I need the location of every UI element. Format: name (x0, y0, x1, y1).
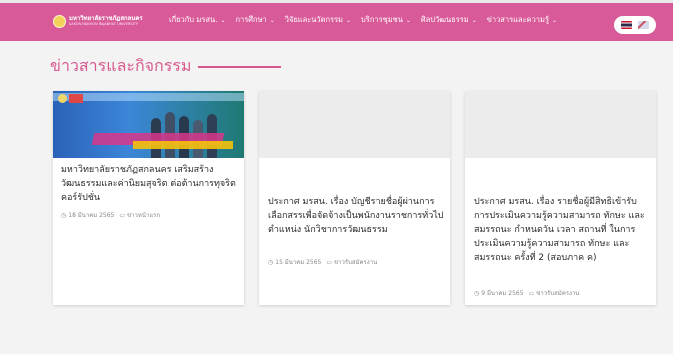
language-toggle[interactable] (614, 16, 656, 34)
chevron-down-icon: ⌄ (551, 16, 558, 24)
menu-item-news[interactable]: ข่าวสารและความรู้ ⌄ (487, 14, 557, 26)
university-logo[interactable]: มหาวิทยาลัยราชภัฏสกลนคร SAKON NAKHON RAJ… (53, 15, 143, 28)
chevron-down-icon: ⌄ (220, 16, 226, 24)
section-heading: ข่าวสารและกิจกรรม (50, 54, 282, 79)
chevron-down-icon: ⌄ (471, 16, 477, 24)
menu-item-culture[interactable]: ศิลปวัฒนธรรม ⌄ (421, 14, 477, 26)
news-meta: ◷ 15 มีนาคม 2565 ▭ ข่าวรับสมัครงาน (268, 257, 377, 267)
section-title: ข่าวสารและกิจกรรม (50, 56, 192, 75)
english-flag-icon[interactable] (638, 21, 649, 29)
news-category[interactable]: ข่าวรับสมัครงาน (536, 288, 579, 298)
folder-icon: ▭ (528, 289, 535, 297)
news-meta: ◷ 18 มีนาคม 2565 ▭ ข่าวหน้าแรก (61, 210, 160, 220)
emblem-icon (69, 94, 83, 103)
menu-item-education[interactable]: การศึกษา ⌄ (236, 14, 275, 26)
chevron-down-icon: ⌄ (269, 16, 275, 24)
news-title[interactable]: ประกาศ มรสน. เรื่อง บัญชีรายชื่อผู้ผ่านก… (268, 195, 446, 237)
thai-flag-icon[interactable] (621, 21, 632, 29)
menu-item-about[interactable]: เกี่ยวกับ มรสน. ⌄ (169, 14, 226, 26)
news-meta: ◷ 9 มีนาคม 2565 ▭ ข่าวรับสมัครงาน (474, 288, 579, 298)
menu-item-community-service[interactable]: บริการชุมชน ⌄ (361, 14, 411, 26)
main-navbar: มหาวิทยาลัยราชภัฏสกลนคร SAKON NAKHON RAJ… (0, 3, 673, 41)
folder-icon: ▭ (326, 258, 333, 266)
clock-icon: ◷ (268, 258, 274, 266)
news-thumbnail[interactable] (53, 91, 244, 158)
university-seal-icon (58, 94, 67, 103)
clock-icon: ◷ (61, 211, 67, 219)
main-menu: เกี่ยวกับ มรสน. ⌄ การศึกษา ⌄ วิจัยและนวัตก… (169, 14, 567, 26)
news-date: 9 มีนาคม 2565 (481, 290, 524, 297)
heading-divider (198, 65, 282, 68)
chevron-down-icon: ⌄ (405, 16, 411, 24)
news-category[interactable]: ข่าวหน้าแรก (127, 210, 160, 220)
clock-icon: ◷ (474, 289, 480, 297)
news-category[interactable]: ข่าวรับสมัครงาน (334, 257, 377, 267)
folder-icon: ▭ (119, 211, 126, 219)
news-thumbnail-placeholder[interactable] (259, 91, 450, 158)
news-card[interactable]: มหาวิทยาลัยราชภัฏสกลนคร เสริมสร้างวัฒนธร… (53, 91, 244, 305)
news-title[interactable]: มหาวิทยาลัยราชภัฏสกลนคร เสริมสร้างวัฒนธร… (61, 163, 239, 205)
news-title[interactable]: ประกาศ มรสน. เรื่อง รายชื่อผู้มีสิทธิเข้… (474, 195, 652, 265)
menu-item-research[interactable]: วิจัยและนวัตกรรม ⌄ (285, 14, 351, 26)
news-date: 18 มีนาคม 2565 (68, 212, 115, 219)
news-date: 15 มีนาคม 2565 (275, 259, 322, 266)
news-thumbnail-placeholder[interactable] (465, 91, 656, 158)
chevron-down-icon: ⌄ (346, 16, 352, 24)
news-card[interactable]: ประกาศ มรสน. เรื่อง รายชื่อผู้มีสิทธิเข้… (465, 91, 656, 305)
news-card[interactable]: ประกาศ มรสน. เรื่อง บัญชีรายชื่อผู้ผ่านก… (259, 91, 450, 305)
university-seal-icon (53, 15, 66, 28)
logo-subtitle: SAKON NAKHON RAJABHAT UNIVERSITY (69, 22, 138, 27)
